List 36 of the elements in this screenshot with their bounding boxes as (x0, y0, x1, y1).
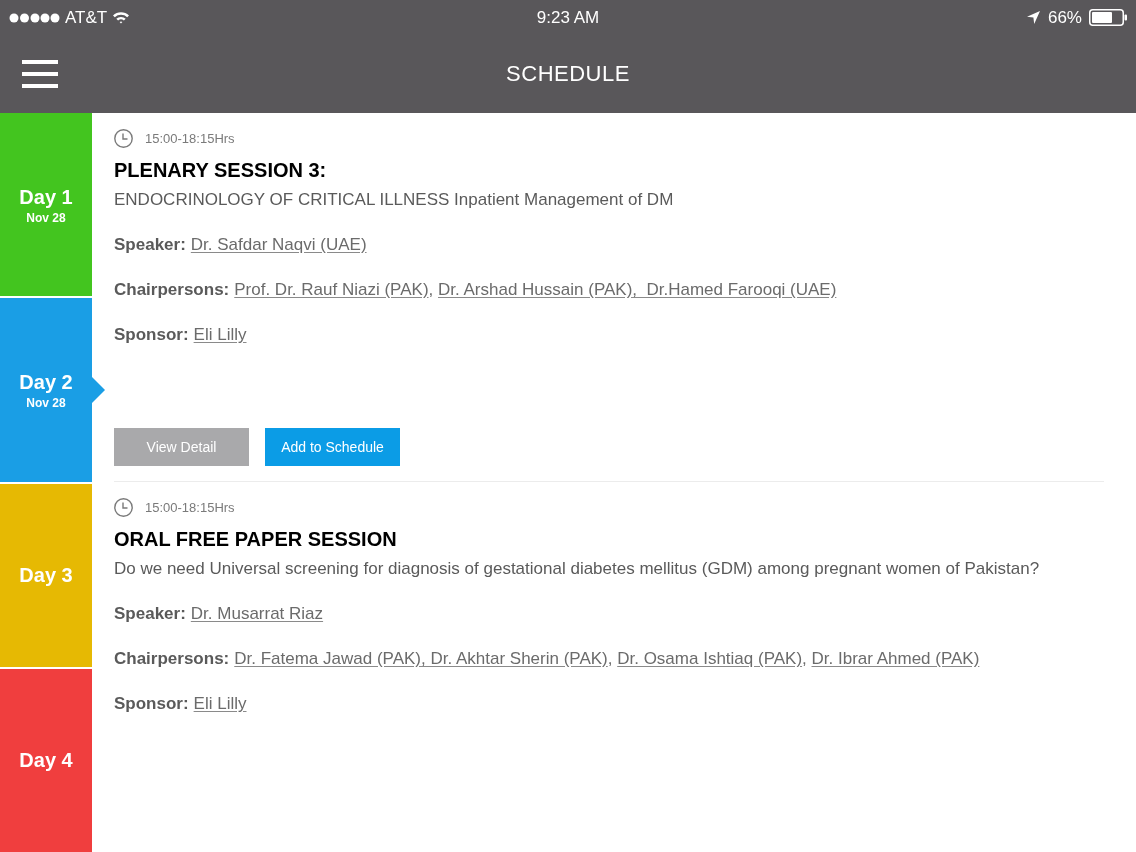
detail-line: Chairpersons: Prof. Dr. Rauf Niazi (PAK), Dr. Arshad Hussain (PAK), Dr.Hamed Farooqi (UAE) (114, 279, 838, 301)
detail-link[interactable]: Dr. Ibrar Ahmed (PAK) (811, 649, 980, 668)
detail-link[interactable]: Dr. Fatema Jawad (PAK), Dr. Akhtar Sherin (PAK) (234, 649, 608, 668)
detail-link[interactable]: Eli Lilly (193, 694, 247, 713)
battery-percentage: 66% (1047, 9, 1082, 26)
detail-line: Sponsor: Eli Lilly (114, 693, 248, 715)
battery-icon (1089, 9, 1127, 26)
location-arrow-icon (1026, 11, 1040, 24)
selection-arrow-icon (92, 376, 105, 403)
detail-line: Chairpersons: Dr. Fatema Jawad (PAK), Dr. Akhtar Sherin (PAK), Dr. Osama Ishtiaq (PAK), Dr. Ibrar Ahmed (PAK) (114, 648, 981, 670)
session-title: ORAL FREE PAPER SESSION (114, 527, 398, 552)
detail-link[interactable]: Dr. Musarrat Riaz (190, 604, 324, 623)
detail-link[interactable]: Dr. Safdar Naqvi (UAE) (190, 235, 367, 254)
detail-link[interactable]: Prof. Dr. Rauf Niazi (PAK) (234, 280, 429, 299)
add-to-schedule-button[interactable]: Add to Schedule (265, 428, 400, 466)
signal-strength-icon (9, 12, 60, 23)
detail-line: Speaker: Dr. Musarrat Riaz (114, 603, 325, 625)
session-time: 15:00-18:15Hrs (145, 500, 235, 514)
clock-icon (114, 128, 133, 148)
session-time: 15:00-18:15Hrs (145, 131, 235, 145)
detail-link[interactable]: Eli Lilly (193, 325, 247, 344)
detail-line: Sponsor: Eli Lilly (114, 324, 248, 346)
clock-time: 9:23 AM (536, 9, 600, 26)
page-title: SCHEDULE (506, 63, 630, 85)
menu-icon (22, 60, 58, 88)
detail-line: Speaker: Dr. Safdar Naqvi (UAE) (114, 234, 368, 256)
session-title: PLENARY SESSION 3: (114, 158, 328, 183)
menu-button[interactable] (22, 60, 58, 88)
session-description: Do we need Universal screening for diagnosis of gestational diabetes mellitus (GDM) among pregnant women of Pakistan? (114, 558, 1041, 580)
day-tab[interactable]: Day 4 (0, 668, 92, 852)
wifi-icon (112, 11, 131, 24)
carrier-name: AT&T (65, 9, 108, 26)
detail-link[interactable]: Dr. Arshad Hussain (PAK), Dr.Hamed Farooqi (UAE) (438, 280, 837, 299)
session-description: ENDOCRINOLOGY OF CRITICAL ILLNESS Inpatient Management of DM (114, 189, 675, 211)
detail-link[interactable]: Dr. Osama Ishtiaq (PAK) (617, 649, 803, 668)
clock-icon (114, 497, 133, 517)
